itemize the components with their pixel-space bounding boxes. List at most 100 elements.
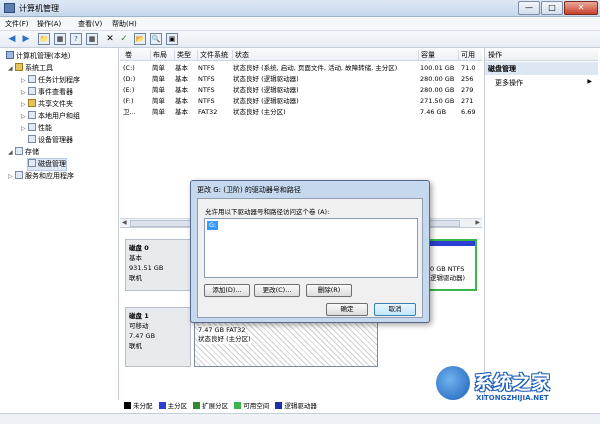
- watermark-logo-icon: [436, 366, 470, 400]
- volume-status: 状态良好 (系统, 启动, 页面文件, 活动, 故障转储, 主分区): [233, 64, 398, 72]
- more-actions-link[interactable]: 更多操作: [495, 78, 523, 88]
- actions-section-disk-management[interactable]: 磁盘管理: [485, 62, 598, 75]
- expand-icon[interactable]: ▷: [8, 171, 15, 182]
- column-layout[interactable]: 布局: [150, 50, 167, 60]
- expand-icon[interactable]: ▷: [21, 99, 28, 110]
- volume-row[interactable]: (D:) 简单 基本 NTFS 状态良好 (逻辑驱动器) 280.00 GB 2…: [120, 74, 482, 84]
- tree-item-performance[interactable]: ▷ 性能: [21, 123, 52, 134]
- volume-free: 6.69: [461, 108, 476, 116]
- cancel-button[interactable]: 取消: [374, 303, 416, 316]
- close-button[interactable]: ✕: [564, 1, 598, 15]
- volume-row[interactable]: (F:) 简单 基本 NTFS 状态良好 (逻辑驱动器) 271.50 GB 2…: [120, 96, 482, 106]
- scroll-left-icon[interactable]: ◀: [122, 219, 127, 226]
- volume-filesystem: NTFS: [198, 75, 215, 83]
- delete-icon[interactable]: ✕: [104, 33, 116, 45]
- menu-help[interactable]: 帮助(H): [112, 19, 137, 29]
- volume-capacity: 7.46 GB: [420, 108, 447, 116]
- legend-item: 扩展分区: [193, 402, 228, 410]
- computer-management-icon: [4, 3, 15, 13]
- help-icon[interactable]: ?: [70, 33, 82, 45]
- partition-logical[interactable]: 0 GB NTFS 逻辑驱动器): [425, 239, 477, 291]
- ok-button[interactable]: 确定: [326, 303, 368, 316]
- partition-info: 0 GB NTFS: [430, 265, 465, 273]
- tree-item-local-users[interactable]: ▷ 本地用户和组: [21, 111, 80, 122]
- volume-name: (F:): [123, 97, 134, 105]
- forward-icon[interactable]: ▶: [20, 33, 32, 45]
- disk-legend: 未分配 主分区 扩展分区 可用空间 逻辑驱动器: [124, 400, 482, 413]
- volume-layout: 简单: [152, 86, 165, 94]
- collapse-icon[interactable]: ◢: [8, 63, 15, 74]
- tree-item-system-tools[interactable]: ◢ 系统工具: [8, 63, 53, 74]
- event-log-icon: [28, 87, 36, 95]
- legend-label: 可用空间: [243, 402, 270, 410]
- scroll-right-icon[interactable]: ▶: [475, 219, 480, 226]
- collapse-icon[interactable]: ◢: [8, 147, 15, 158]
- legend-swatch: [234, 402, 242, 409]
- legend-item: 可用空间: [234, 402, 269, 410]
- add-button[interactable]: 添加(D)...: [204, 284, 250, 297]
- search-icon[interactable]: 🔍: [150, 33, 162, 45]
- tree-item-task-scheduler[interactable]: ▷ 任务计划程序: [21, 75, 80, 86]
- expand-icon[interactable]: ▷: [21, 75, 28, 86]
- change-button[interactable]: 更改(C)...: [254, 284, 300, 297]
- volume-row[interactable]: (C:) 简单 基本 NTFS 状态良好 (系统, 启动, 页面文件, 活动, …: [120, 63, 482, 73]
- toolbar: ◀ ▶ 📁 ▦ ? ▦ ✕ ✓ 📂 🔍 ▣: [0, 31, 600, 48]
- column-status[interactable]: 状态: [232, 50, 249, 60]
- volume-capacity: 280.00 GB: [420, 86, 455, 94]
- legend-item: 逻辑驱动器: [275, 402, 317, 410]
- properties-icon[interactable]: ▦: [86, 33, 98, 45]
- show-hide-tree-icon[interactable]: ▦: [54, 33, 66, 45]
- volume-type: 基本: [175, 97, 188, 105]
- tree-item-root[interactable]: 计算机管理(本地): [6, 51, 70, 62]
- remove-button[interactable]: 删除(R): [306, 284, 352, 297]
- up-folder-icon[interactable]: 📁: [38, 33, 50, 45]
- submenu-arrow-icon[interactable]: ▶: [587, 78, 592, 85]
- menu-action[interactable]: 操作(A): [37, 19, 61, 29]
- users-icon: [28, 111, 36, 119]
- tree-item-device-manager[interactable]: 设备管理器: [28, 135, 73, 146]
- expand-icon[interactable]: ▷: [21, 123, 28, 134]
- open-icon[interactable]: 📂: [134, 33, 146, 45]
- volume-row[interactable]: 卫... 简单 基本 FAT32 状态良好 (主分区) 7.46 GB 6.69: [120, 107, 482, 117]
- disk-1-label[interactable]: 磁盘 1 可移动 7.47 GB 联机: [125, 307, 191, 367]
- legend-label: 主分区: [167, 402, 188, 410]
- volume-type: 基本: [175, 108, 188, 116]
- volume-capacity: 271.50 GB: [420, 97, 455, 105]
- disk-0-label[interactable]: 磁盘 0 基本 931.51 GB 联机: [125, 239, 191, 291]
- expand-icon[interactable]: ▷: [21, 111, 28, 122]
- volume-filesystem: FAT32: [198, 108, 218, 116]
- tree-item-services[interactable]: ▷ 服务和应用程序: [8, 171, 74, 182]
- volume-layout: 简单: [152, 64, 165, 72]
- column-filesystem[interactable]: 文件系统: [197, 50, 228, 60]
- tree-item-event-viewer[interactable]: ▷ 事件查看器: [21, 87, 73, 98]
- expand-icon[interactable]: ▷: [21, 87, 28, 98]
- disk-size: 7.47 GB: [129, 332, 156, 340]
- column-free[interactable]: 可用: [458, 50, 475, 60]
- volume-row[interactable]: (E:) 简单 基本 NTFS 状态良好 (逻辑驱动器) 280.00 GB 2…: [120, 85, 482, 95]
- volume-free: 279: [461, 86, 474, 94]
- legend-label: 未分配: [133, 402, 153, 410]
- back-icon[interactable]: ◀: [6, 33, 18, 45]
- column-type[interactable]: 类型: [174, 50, 191, 60]
- legend-label: 逻辑驱动器: [284, 402, 317, 410]
- column-capacity[interactable]: 容量: [418, 50, 435, 60]
- volume-free: 271: [461, 97, 474, 105]
- legend-swatch: [275, 402, 283, 409]
- check-icon[interactable]: ✓: [118, 33, 130, 45]
- tree-item-disk-management[interactable]: 磁盘管理: [27, 158, 67, 171]
- volume-filesystem: NTFS: [198, 86, 215, 94]
- maximize-button[interactable]: □: [541, 1, 563, 15]
- volume-layout: 简单: [152, 75, 165, 83]
- menu-view[interactable]: 查看(V): [78, 19, 102, 29]
- view-icon[interactable]: ▣: [166, 33, 178, 45]
- window-controls: — □ ✕: [517, 1, 598, 15]
- column-volume[interactable]: 卷: [123, 50, 132, 60]
- drive-path-list[interactable]: G:: [204, 218, 418, 278]
- volume-status: 状态良好 (逻辑驱动器): [233, 75, 299, 83]
- drive-path-item[interactable]: G:: [207, 221, 219, 230]
- tree-item-shared-folders[interactable]: ▷ 共享文件夹: [21, 99, 73, 110]
- dialog-body: 允许用以下驱动器号和路径访问这个卷 (A): G: 添加(D)... 更改(C)…: [197, 198, 423, 318]
- minimize-button[interactable]: —: [518, 1, 540, 15]
- tree-item-storage[interactable]: ◢ 存储: [8, 147, 39, 158]
- menu-file[interactable]: 文件(F): [5, 19, 29, 29]
